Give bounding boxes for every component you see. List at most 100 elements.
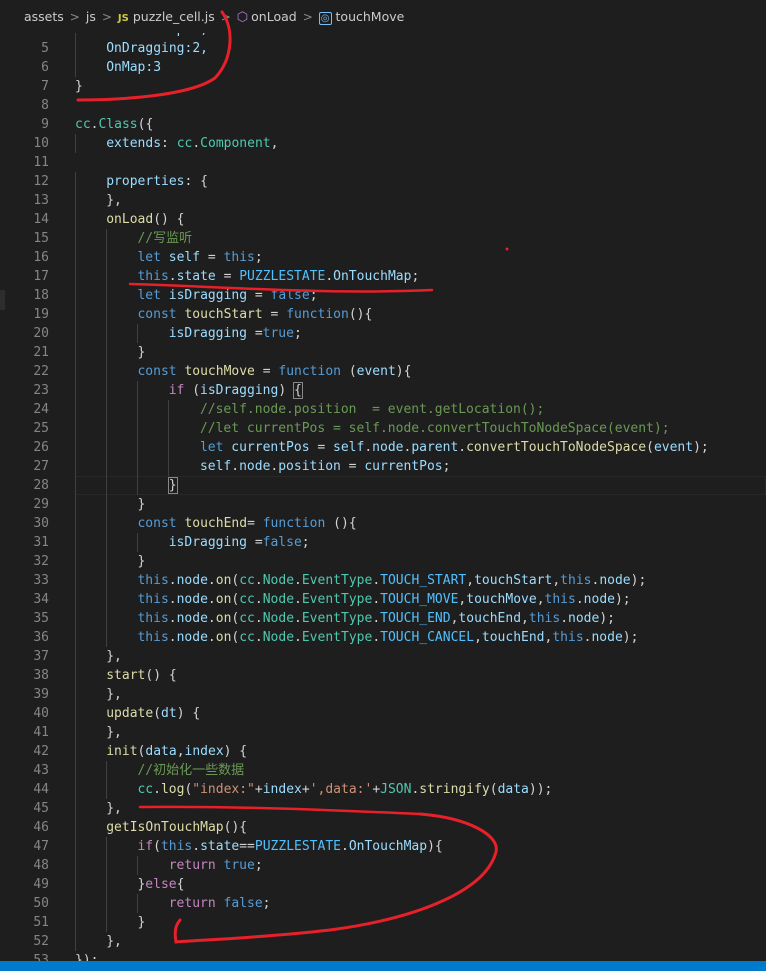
code-token: }, [106, 725, 122, 740]
indent-guide [75, 381, 76, 400]
code-line[interactable]: 32} [0, 552, 766, 571]
code-line[interactable]: 31 isDragging =false; [0, 533, 766, 552]
breadcrumb-item-touchmove[interactable]: ◎ touchMove [316, 9, 408, 25]
indent-guide [75, 267, 76, 286]
code-line[interactable]: 14 onLoad() { [0, 210, 766, 229]
status-bar [0, 961, 766, 971]
code-text: }else{ [137, 875, 184, 894]
code-line[interactable]: 43 //初始化一些数据 [0, 761, 766, 780]
code-line[interactable]: 33 this.node.on(cc.Node.EventType.TOUCH_S… [0, 571, 766, 590]
breadcrumb-item-file[interactable]: JS puzzle_cell.js [115, 9, 218, 24]
code-line[interactable]: 40 update(dt) { [0, 704, 766, 723]
line-number: 16 [33, 250, 49, 265]
code-line[interactable]: 46 getIsOnTouchMap(){ [0, 818, 766, 837]
code-line[interactable]: 49}else{ [0, 875, 766, 894]
line-number: 47 [33, 839, 49, 854]
breadcrumb-item-onload[interactable]: ⬡ onLoad [234, 9, 300, 25]
code-line[interactable]: 45}, [0, 799, 766, 818]
code-line[interactable]: 28} [0, 476, 766, 495]
code-line[interactable]: 13}, [0, 191, 766, 210]
breadcrumb-item-assets[interactable]: assets [0, 9, 67, 24]
code-line[interactable]: 37}, [0, 647, 766, 666]
code-line[interactable]: 7} [0, 77, 766, 96]
code-line[interactable]: 24 //self.node.position = event.getLocati… [0, 400, 766, 419]
breadcrumb: assets > js > JS puzzle_cell.js > ⬡ onLoad… [0, 0, 766, 33]
code-editor[interactable]: 4OnTouchMap:1,5OnDragging:2,6OnMap:37}89… [0, 20, 766, 971]
code-line[interactable]: 47 if(this.state==PUZZLESTATE.OnTouchMap)… [0, 837, 766, 856]
code-line[interactable]: 22 const touchMove = function (event){ [0, 362, 766, 381]
chevron-right-icon: > [69, 9, 80, 24]
code-line[interactable]: 10 extends: cc.Component, [0, 134, 766, 153]
code-line[interactable]: 51} [0, 913, 766, 932]
code-line[interactable]: 20 isDragging =true; [0, 324, 766, 343]
code-token: Node [262, 630, 295, 645]
code-line[interactable]: 25 //let currentPos = self.node.convertTo… [0, 419, 766, 438]
code-token: ; [254, 858, 263, 873]
indent-guide [75, 932, 76, 951]
code-line[interactable]: 27 self.node.position = currentPos; [0, 457, 766, 476]
line-number: 41 [33, 725, 49, 740]
code-token: parent [411, 440, 459, 455]
code-token: . [254, 611, 263, 626]
code-line[interactable]: 11 [0, 153, 766, 172]
indent-guide [75, 723, 76, 742]
line-number: 30 [33, 516, 49, 531]
indent-guide [106, 286, 107, 305]
indent-guide [75, 761, 76, 780]
code-token: isDragging [168, 288, 248, 303]
code-token: ; [309, 288, 318, 303]
code-token: touchMove [466, 592, 537, 607]
code-line[interactable]: 5 OnDragging:2, [0, 39, 766, 58]
code-line[interactable]: 52}, [0, 932, 766, 951]
code-line[interactable]: 8 [0, 96, 766, 115]
code-token: EventType [301, 611, 373, 626]
code-line[interactable]: 48 return true; [0, 856, 766, 875]
code-line[interactable]: 38 start() { [0, 666, 766, 685]
code-line[interactable]: 36 this.node.on(cc.Node.EventType.TOUCH_C… [0, 628, 766, 647]
indent-guide [75, 685, 76, 704]
code-line[interactable]: 19 const touchStart = function(){ [0, 305, 766, 324]
line-number: 34 [33, 592, 49, 607]
code-line[interactable]: 15 //写监听 [0, 229, 766, 248]
code-token: (){ [223, 820, 248, 835]
code-token: . [192, 839, 201, 854]
line-number: 33 [33, 573, 49, 588]
code-line[interactable]: 12 properties: { [0, 172, 766, 191]
current-line-highlight [75, 476, 766, 495]
indent-guide [137, 533, 138, 552]
indent-guide [137, 856, 138, 875]
code-token: //let currentPos = self.node.convertTouc… [199, 421, 670, 436]
code-line[interactable]: 35 this.node.on(cc.Node.EventType.TOUCH_E… [0, 609, 766, 628]
code-line[interactable]: 29} [0, 495, 766, 514]
code-token: . [231, 459, 240, 474]
code-line[interactable]: 41}, [0, 723, 766, 742]
code-line[interactable]: 44 cc.log("index:"+index+',data:'+JSON.st… [0, 780, 766, 799]
code-token: data [145, 744, 177, 759]
code-token: , [552, 573, 561, 588]
code-token: ; [262, 896, 271, 911]
breadcrumb-item-js[interactable]: js [83, 9, 99, 24]
code-text: getIsOnTouchMap(){ [106, 818, 247, 837]
code-line[interactable]: 9 cc.Class({ [0, 115, 766, 134]
code-line[interactable]: 21} [0, 343, 766, 362]
code-token: false [270, 288, 310, 303]
code-line[interactable]: 30 const touchEnd= function (){ [0, 514, 766, 533]
code-line[interactable]: 39}, [0, 685, 766, 704]
code-line[interactable]: 23 if (isDragging) { [0, 381, 766, 400]
code-line[interactable]: 6 OnMap:3 [0, 58, 766, 77]
code-token: on [215, 592, 232, 607]
code-token: ( [153, 839, 161, 854]
code-line[interactable]: 17 this.state = PUZZLESTATE.OnTouchMap; [0, 267, 766, 286]
code-line[interactable]: 16 let self = this; [0, 248, 766, 267]
indent-guide [106, 400, 107, 419]
code-line[interactable]: 50 return false; [0, 894, 766, 913]
code-token: }, [106, 934, 122, 949]
code-line[interactable]: 18 let isDragging = false; [0, 286, 766, 305]
code-line[interactable]: 26 let currentPos = self.node.parent.conv… [0, 438, 766, 457]
code-line[interactable]: 34 this.node.on(cc.Node.EventType.TOUCH_M… [0, 590, 766, 609]
code-token: + [372, 782, 381, 797]
code-line[interactable]: 42 init(data,index) { [0, 742, 766, 761]
code-token: . [168, 630, 177, 645]
code-token: PUZZLESTATE [254, 839, 341, 854]
code-token: . [168, 592, 177, 607]
